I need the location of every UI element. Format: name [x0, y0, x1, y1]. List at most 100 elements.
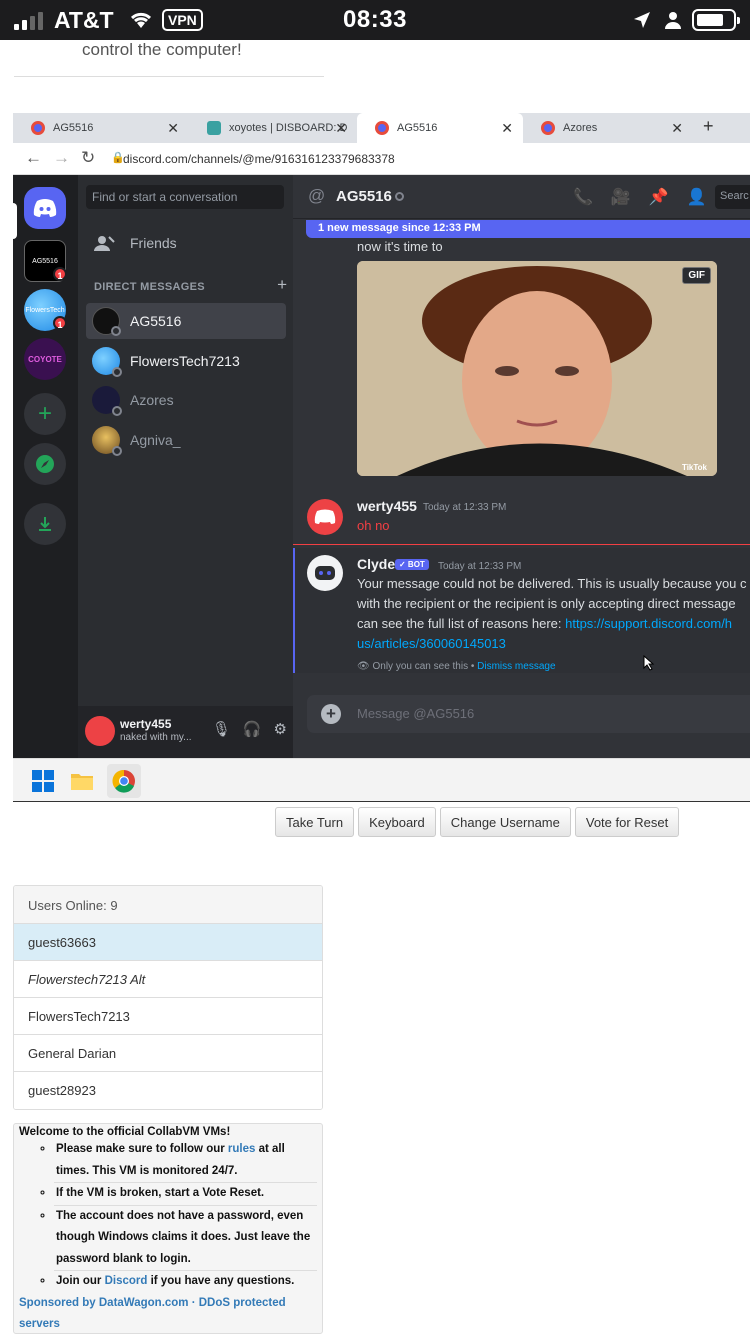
dm-search-input[interactable]: Find or start a conversation: [86, 185, 284, 209]
support-link[interactable]: https://support.discord.com/h: [565, 616, 732, 631]
browser-tab[interactable]: Azores ✕: [523, 113, 693, 143]
reload-icon[interactable]: ↻: [81, 148, 95, 168]
person-icon: [665, 12, 681, 29]
vm-screen[interactable]: AG5516 ✕ xoyotes | DISBOARD: D ✕ AG5516 …: [13, 113, 750, 802]
portrait-image: [357, 261, 717, 476]
user-list-item[interactable]: guest28923: [14, 1072, 322, 1109]
dismiss-message-link[interactable]: Dismiss message: [477, 661, 555, 672]
settings-gear-icon[interactable]: ⚙: [274, 720, 287, 738]
divider: [13, 801, 750, 802]
channel-name: AG5516: [336, 188, 392, 205]
user-avatar[interactable]: [85, 716, 115, 746]
back-icon[interactable]: ←: [25, 148, 42, 168]
message-input[interactable]: + Message @AG5516: [307, 695, 750, 733]
browser-tab-bar: AG5516 ✕ xoyotes | DISBOARD: D ✕ AG5516 …: [13, 113, 750, 143]
user-list-item[interactable]: General Darian: [14, 1035, 322, 1072]
create-dm-icon[interactable]: +: [277, 275, 287, 295]
user-list-item[interactable]: guest63663: [14, 924, 322, 961]
bot-badge: ✓ BOT: [395, 559, 429, 570]
user-list-item[interactable]: Flowerstech7213 Alt: [14, 961, 322, 998]
rules-link[interactable]: rules: [228, 1143, 256, 1155]
users-online-panel: Users Online: 9 guest63663 Flowerstech72…: [13, 885, 323, 1110]
file-explorer-icon[interactable]: [69, 768, 95, 794]
take-turn-button[interactable]: Take Turn: [275, 807, 355, 837]
url-field[interactable]: discord.com/channels/@me/916316123379683…: [123, 152, 395, 166]
address-bar: ← → ↻ 🔒 discord.com/channels/@me/9163161…: [13, 143, 750, 175]
dm-name: AG5516: [130, 313, 182, 329]
status-dot-icon: [395, 192, 404, 201]
clyde-avatar[interactable]: [307, 555, 343, 591]
tab-title: AG5516: [53, 122, 94, 134]
server-label: AG5516: [32, 257, 58, 265]
message-author[interactable]: werty455: [357, 498, 417, 514]
browser-tab[interactable]: xoyotes | DISBOARD: D ✕: [189, 113, 357, 143]
browser-tab[interactable]: AG5516 ✕: [13, 113, 189, 143]
chat-header: @ AG5516 📞 🎥 📌 👤 Searc: [293, 175, 750, 219]
gif-image[interactable]: GIF TikTok: [357, 261, 717, 476]
dm-item-flowerstech7213[interactable]: FlowersTech7213: [86, 343, 286, 379]
welcome-panel: Welcome to the official CollabVM VMs! Pl…: [13, 1123, 323, 1334]
chat-search-input[interactable]: Searc: [715, 185, 750, 209]
users-online-header: Users Online: 9: [14, 886, 322, 924]
ephemeral-text: Only you can see this •: [372, 661, 475, 672]
new-messages-bar[interactable]: 1 new message since 12:33 PM: [306, 220, 750, 238]
tab-title: xoyotes | DISBOARD: D: [229, 122, 348, 134]
pin-icon[interactable]: 📌: [649, 187, 669, 207]
new-tab-icon[interactable]: +: [703, 116, 714, 137]
attach-plus-icon[interactable]: +: [321, 704, 341, 724]
close-icon[interactable]: ✕: [671, 120, 683, 137]
vote-reset-button[interactable]: Vote for Reset: [574, 807, 680, 837]
keyboard-button[interactable]: Keyboard: [358, 807, 436, 837]
explore-servers-icon[interactable]: [24, 443, 66, 485]
download-apps-icon[interactable]: [24, 503, 66, 545]
message-author[interactable]: Clyde: [357, 556, 395, 572]
headphones-icon[interactable]: 🎧: [243, 720, 262, 738]
eye-icon: 👁: [357, 661, 370, 672]
notification-badge: 1: [53, 267, 67, 281]
close-icon[interactable]: ✕: [167, 120, 179, 137]
forward-icon[interactable]: →: [53, 148, 70, 168]
add-friend-icon[interactable]: 👤: [687, 187, 707, 207]
discord-link[interactable]: Discord: [105, 1275, 148, 1287]
video-icon[interactable]: 🎥: [611, 187, 631, 207]
change-username-button[interactable]: Change Username: [439, 807, 571, 837]
sponsor-link[interactable]: Sponsored by DataWagon.com · DDoS protec…: [19, 1293, 317, 1334]
chrome-taskbar-item[interactable]: [107, 764, 141, 798]
mute-icon[interactable]: 🎙: [212, 720, 231, 738]
tab-title: Azores: [563, 122, 598, 134]
selected-indicator: [13, 203, 17, 239]
dm-header: DIRECT MESSAGES: [94, 281, 205, 293]
rule-item: Join our Discord if you have any questio…: [54, 1271, 317, 1293]
windows-start-icon[interactable]: [30, 768, 56, 794]
discord-favicon-icon: [375, 121, 389, 135]
dm-sidebar: Find or start a conversation Friends DIR…: [78, 175, 293, 758]
close-icon[interactable]: ✕: [335, 120, 347, 137]
discord-home-icon[interactable]: [24, 187, 66, 229]
instructions-text: control the computer!: [82, 40, 242, 59]
message-avatar[interactable]: [307, 499, 343, 535]
browser-tab-active[interactable]: AG5516 ✕: [357, 113, 523, 143]
close-icon[interactable]: ✕: [501, 120, 513, 137]
mouse-cursor-icon: [643, 654, 655, 674]
dm-item-azores[interactable]: Azores: [86, 382, 286, 418]
friends-label: Friends: [130, 235, 177, 251]
gif-badge: GIF: [682, 267, 711, 284]
at-icon: @: [308, 186, 326, 205]
divider: [14, 76, 324, 77]
discord-favicon-icon: [541, 121, 555, 135]
message-placeholder: Message @AG5516: [357, 706, 475, 721]
friends-nav[interactable]: Friends: [94, 235, 177, 251]
discord-favicon-icon: [31, 121, 45, 135]
dm-item-agniva[interactable]: Agniva_: [86, 422, 286, 458]
dm-item-ag5516[interactable]: AG5516: [86, 303, 286, 339]
message-text: can see the full list of reasons here:: [357, 616, 566, 631]
user-list-item[interactable]: FlowersTech7213: [14, 998, 322, 1035]
dm-name: FlowersTech7213: [130, 353, 240, 369]
server-coyote[interactable]: COYOTE: [24, 338, 66, 380]
add-server-icon[interactable]: +: [24, 393, 66, 435]
windows-taskbar: [13, 758, 750, 802]
avatar: [92, 307, 121, 336]
call-icon[interactable]: 📞: [573, 187, 593, 207]
avatar: [92, 386, 122, 416]
support-link[interactable]: us/articles/360060145013: [357, 634, 506, 654]
